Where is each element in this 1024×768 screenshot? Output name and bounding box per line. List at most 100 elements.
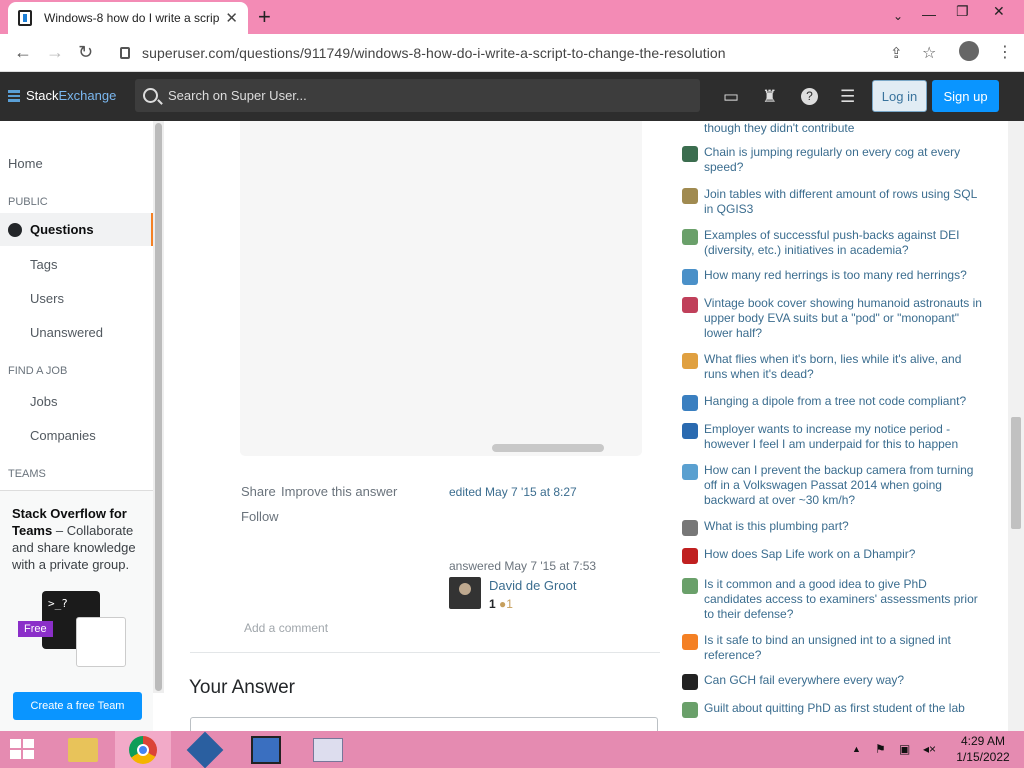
site-header: Stack Exchange Search on Super User... ▭ … (0, 72, 1024, 121)
site-icon (682, 548, 698, 564)
hot-question-item[interactable]: Is it safe to bind an unsigned int to a … (682, 633, 982, 663)
hot-question-link[interactable]: Chain is jumping regularly on every cog … (704, 145, 982, 175)
search-icon (143, 88, 158, 103)
sidebar-item-questions[interactable]: Questions (0, 213, 154, 246)
hot-question-link[interactable]: How can I prevent the backup camera from… (704, 463, 982, 508)
hot-question-item[interactable]: Employer wants to increase my notice per… (682, 422, 982, 452)
bookmark-star-icon[interactable]: ☆ (922, 43, 936, 63)
action-center-flag-icon[interactable]: ⚑ (875, 742, 886, 756)
superuser-favicon-icon (18, 10, 32, 26)
windows-start-icon[interactable] (10, 739, 36, 761)
windows-81-vm-icon[interactable] (238, 731, 294, 768)
free-badge: Free (18, 621, 53, 637)
network-icon[interactable]: ▣ (899, 742, 910, 756)
volume-muted-icon[interactable]: ◂× (923, 742, 936, 756)
hot-question-link[interactable]: Is it safe to bind an unsigned int to a … (704, 633, 982, 663)
sidebar-item-unanswered[interactable]: Unanswered (30, 325, 103, 340)
sidebar-scrollbar-thumb[interactable] (155, 123, 162, 691)
hot-question-link[interactable]: Hanging a dipole from a tree not code co… (704, 394, 966, 411)
sidebar-scrollbar[interactable] (153, 121, 164, 693)
hot-question-link[interactable]: Guilt about quitting PhD as first studen… (704, 701, 965, 718)
sidebar-heading-teams: TEAMS (8, 468, 46, 480)
close-window-button[interactable]: ✕ (993, 3, 1005, 20)
help-icon[interactable]: ? (801, 88, 818, 105)
back-arrow-icon[interactable]: ← (14, 42, 32, 63)
hot-question-link[interactable]: What flies when it's born, lies while it… (704, 352, 982, 382)
menu-kebab-icon[interactable]: ⋮ (997, 42, 1013, 62)
page-scrollbar[interactable] (1008, 121, 1024, 731)
url-field[interactable]: superuser.com/questions/911749/windows-8… (110, 39, 950, 67)
user-avatar[interactable] (449, 577, 481, 609)
follow-link[interactable]: Follow (241, 509, 279, 524)
signup-button[interactable]: Sign up (932, 80, 999, 112)
hot-question-item[interactable]: What flies when it's born, lies while it… (682, 352, 982, 382)
sidebar-item-tags[interactable]: Tags (30, 257, 57, 272)
section-divider (190, 652, 660, 653)
hot-question-link[interactable]: How many red herrings is too many red he… (704, 268, 967, 285)
hot-question-link[interactable]: Can GCH fail everywhere every way? (704, 673, 904, 690)
hot-question-link[interactable]: Join tables with different amount of row… (704, 187, 982, 217)
hot-question-item[interactable]: How many red herrings is too many red he… (682, 268, 982, 285)
minimize-button[interactable]: — (922, 6, 936, 22)
sidebar-item-users[interactable]: Users (30, 291, 64, 306)
stackexchange-logo[interactable]: Stack Exchange (8, 88, 116, 103)
hot-question-link[interactable]: Employer wants to increase my notice per… (704, 422, 982, 452)
sidebar-item-jobs[interactable]: Jobs (30, 394, 57, 409)
login-button[interactable]: Log in (872, 80, 927, 112)
hot-question-link[interactable]: though they didn't contribute (704, 121, 854, 138)
improve-answer-link[interactable]: Improve this answer (281, 484, 397, 499)
hot-question-item[interactable]: Is it common and a good idea to give PhD… (682, 577, 982, 622)
hot-question-item[interactable]: Vintage book cover showing humanoid astr… (682, 296, 982, 341)
hot-question-item[interactable]: Guilt about quitting PhD as first studen… (682, 701, 982, 718)
hot-question-link[interactable]: How does Sap Life work on a Dhampir? (704, 547, 915, 564)
hot-question-item[interactable]: Can GCH fail everywhere every way? (682, 673, 982, 690)
taskbar-clock[interactable]: 4:29 AM 1/15/2022 (952, 733, 1014, 765)
code-horizontal-scrollbar[interactable] (492, 444, 604, 452)
hot-question-link[interactable]: Is it common and a good idea to give PhD… (704, 577, 982, 622)
browser-tab[interactable]: Windows-8 how do I write a scrip ✕ (8, 2, 248, 34)
hot-question-item[interactable]: How does Sap Life work on a Dhampir? (682, 547, 982, 564)
achievements-trophy-icon[interactable]: ♜ (762, 87, 777, 107)
sidebar-item-companies[interactable]: Companies (30, 428, 96, 443)
share-page-icon[interactable]: ⇪ (890, 44, 903, 62)
logo-text-exchange: Exchange (58, 88, 117, 103)
virtualbox-icon[interactable] (177, 731, 233, 768)
chrome-icon[interactable] (115, 731, 171, 768)
hot-question-link[interactable]: Examples of successful push-backs agains… (704, 228, 982, 258)
site-switcher-icon[interactable]: ☰ (840, 87, 855, 107)
maximize-button[interactable]: ❐ (956, 3, 969, 20)
sidebar-heading-public: PUBLIC (8, 196, 48, 208)
edited-timestamp-link[interactable]: edited May 7 '15 at 8:27 (449, 485, 577, 499)
your-answer-heading: Your Answer (189, 677, 295, 698)
page-scrollbar-thumb[interactable] (1011, 417, 1021, 529)
hot-question-item[interactable]: Hanging a dipole from a tree not code co… (682, 394, 982, 411)
reload-icon[interactable]: ↻ (78, 42, 93, 63)
new-tab-button[interactable]: + (258, 4, 271, 30)
site-icon (682, 395, 698, 411)
forward-arrow-icon[interactable]: → (46, 42, 64, 63)
hot-question-item[interactable]: Join tables with different amount of row… (682, 187, 982, 217)
close-tab-icon[interactable]: ✕ (225, 9, 238, 27)
performance-monitor-icon[interactable] (300, 731, 356, 768)
hot-question-link[interactable]: What is this plumbing part? (704, 519, 849, 536)
tab-search-icon[interactable]: ⌄ (893, 9, 903, 23)
share-link[interactable]: Share (241, 484, 276, 499)
hot-question-item[interactable]: Examples of successful push-backs agains… (682, 228, 982, 258)
hot-question-item[interactable]: How can I prevent the backup camera from… (682, 463, 982, 508)
hot-question-link[interactable]: Vintage book cover showing humanoid astr… (704, 296, 982, 341)
profile-avatar-icon[interactable] (959, 41, 979, 61)
hot-question-item[interactable]: Chain is jumping regularly on every cog … (682, 145, 982, 175)
file-explorer-icon[interactable] (55, 731, 111, 768)
lock-icon (120, 47, 130, 59)
user-name-link[interactable]: David de Groot (489, 578, 576, 593)
bronze-badge-count: ●1 (499, 597, 513, 611)
site-icon (682, 702, 698, 718)
add-comment-link[interactable]: Add a comment (244, 621, 328, 635)
tray-overflow-icon[interactable]: ▲ (852, 744, 861, 754)
sidebar-item-home[interactable]: Home (8, 156, 43, 171)
create-free-team-button[interactable]: Create a free Team (13, 692, 142, 720)
inbox-icon[interactable]: ▭ (723, 87, 739, 107)
hot-question-item[interactable]: What is this plumbing part? (682, 519, 982, 536)
search-input[interactable]: Search on Super User... (135, 79, 700, 112)
hot-question-item[interactable]: though they didn't contribute (682, 121, 982, 138)
